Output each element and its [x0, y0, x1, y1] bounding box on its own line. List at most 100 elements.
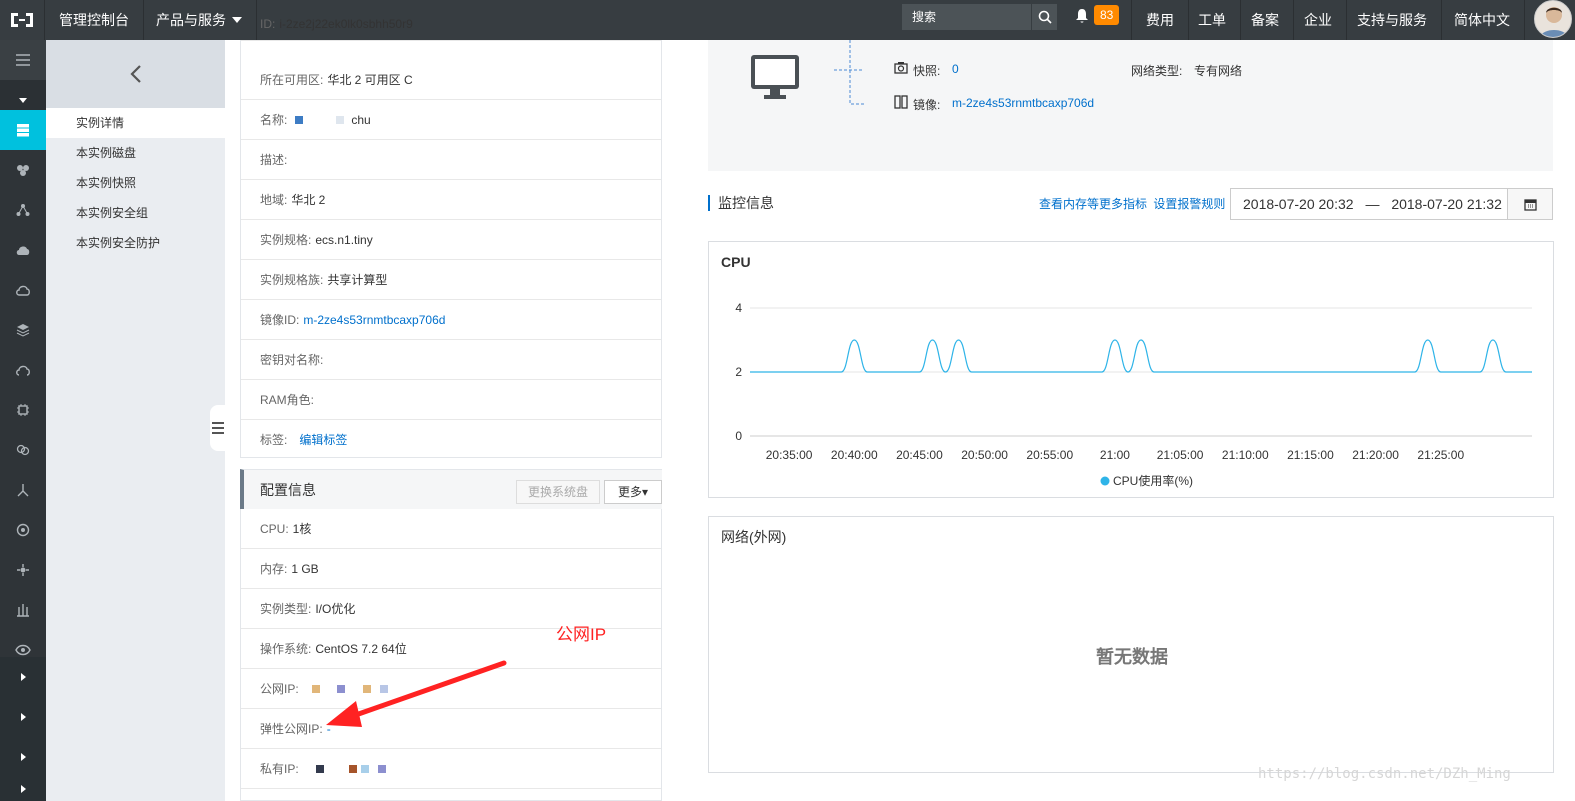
snapshot-count-link[interactable]: 0 — [952, 62, 959, 76]
chip-icon — [17, 404, 29, 416]
search-input[interactable]: 搜索 — [902, 4, 1057, 30]
legend-marker — [1100, 476, 1110, 486]
name-value: chu — [351, 113, 371, 127]
spec-family-value: 共享计算型 — [327, 273, 388, 287]
server-icon — [17, 124, 29, 137]
sidebar-item-5[interactable] — [0, 270, 46, 310]
spec-label: 实例规格: — [260, 233, 312, 247]
subnav-item-disks[interactable]: 本实例磁盘 — [46, 138, 225, 168]
list-collapse-icon — [212, 422, 224, 434]
topbar-link-language[interactable]: 简体中文 — [1440, 0, 1525, 40]
x-tick-label: 20:45:00 — [896, 448, 943, 462]
info-row-id: ID: i-2ze2j22ek0lk0sbhh50r9 — [241, 18, 661, 41]
date-range-separator: — — [1365, 196, 1380, 212]
network-type-value: 专有网络 — [1194, 64, 1243, 78]
date-range-picker[interactable]: 2018-07-20 20:32 — 2018-07-20 21:32 — [1230, 188, 1508, 220]
aliyun-logo-icon[interactable] — [0, 0, 45, 40]
alarm-rules-link[interactable]: 设置报警规则 — [1153, 197, 1225, 211]
topbar-link-support[interactable]: 支持与服务 — [1343, 0, 1442, 40]
sidebar-item-ecs[interactable] — [0, 110, 46, 150]
topbar-link-icp[interactable]: 备案 — [1237, 0, 1294, 40]
sidebar-item-4[interactable] — [0, 230, 46, 270]
info-row-spec: 实例规格: ecs.n1.tiny — [241, 220, 661, 260]
console-home-link[interactable]: 管理控制台 — [45, 0, 144, 40]
x-tick-label: 21:15:00 — [1287, 448, 1334, 462]
subnav-item-snapshots[interactable]: 本实例快照 — [46, 168, 225, 198]
x-tick-label: 20:55:00 — [1026, 448, 1073, 462]
image-link[interactable]: m-2ze4s53rnmtbcaxp706d — [952, 96, 1094, 110]
subnav-item-security-groups[interactable]: 本实例安全组 — [46, 198, 225, 228]
sidebar-item-9[interactable] — [0, 430, 46, 470]
subnav-item-security-protection[interactable]: 本实例安全防护 — [46, 228, 225, 258]
os-value: CentOS 7.2 64位 — [315, 642, 407, 656]
zone-label: 所在可用区: — [260, 73, 324, 87]
redacted-block — [294, 116, 303, 124]
sidebar-item-11[interactable] — [0, 510, 46, 550]
sidebar-item-8[interactable] — [0, 390, 46, 430]
sidebar-item-6[interactable] — [0, 310, 46, 350]
image-icon — [894, 95, 908, 109]
y-tick-label: 4 — [735, 301, 742, 315]
diagram-connector — [834, 40, 864, 105]
watermark-text: https://blog.csdn.net/DZh_Ming — [1258, 766, 1511, 782]
products-services-menu[interactable]: 产品与服务 — [142, 0, 257, 40]
config-row-cpu: CPU: 1核 — [241, 509, 661, 549]
x-tick-label: 21:20:00 — [1352, 448, 1399, 462]
config-row-memory: 内存: 1 GB — [241, 549, 661, 589]
more-actions-button[interactable]: 更多▾ — [604, 480, 662, 504]
info-row-ram-role: RAM角色: — [241, 380, 661, 420]
search-placeholder: 搜索 — [912, 10, 937, 24]
subnav-collapse-handle[interactable] — [210, 405, 226, 451]
x-tick-label: 21:00 — [1100, 448, 1130, 462]
network-chart-title: 网络(外网) — [721, 529, 787, 545]
info-row-tags: 标签: 编辑标签 — [241, 420, 661, 460]
annotation-arrow — [326, 660, 507, 727]
calendar-button[interactable] — [1507, 188, 1553, 220]
legend-label: CPU使用率(%) — [1113, 473, 1193, 488]
sidebar-item-3[interactable] — [0, 190, 46, 230]
sidebar-item-2[interactable] — [0, 150, 46, 190]
zone-value: 华北 2 可用区 C — [327, 73, 413, 87]
topbar-link-enterprise[interactable]: 企业 — [1290, 0, 1347, 40]
caret-down-icon — [19, 97, 27, 103]
config-info-header: 配置信息 更换系统盘 更多▾ — [240, 469, 662, 509]
x-tick-label: 20:40:00 — [831, 448, 878, 462]
redacted-block — [378, 765, 387, 773]
sidebar-expand-2[interactable] — [0, 697, 46, 737]
redacted-block — [336, 116, 345, 124]
sidebar-expand-3[interactable] — [0, 737, 46, 777]
sidebar-item-12[interactable] — [0, 550, 46, 590]
sidebar-expand-4[interactable] — [0, 777, 46, 801]
x-tick-label: 21:10:00 — [1222, 448, 1269, 462]
info-row-name: 名称: chu — [241, 100, 661, 140]
tags-label: 标签: — [260, 433, 288, 447]
top-navigation-bar: 管理控制台 产品与服务 搜索 83 费用 工单 备案 企业 支持与服务 简体中文 — [0, 0, 1575, 40]
sidebar-item-7[interactable] — [0, 350, 46, 390]
image-id-link[interactable]: m-2ze4s53rnmtbcaxp706d — [303, 313, 445, 327]
y-tick-label: 2 — [735, 365, 742, 379]
annotation-label: 公网IP — [556, 625, 607, 644]
replace-system-disk-button[interactable]: 更换系统盘 — [516, 480, 600, 504]
spec-family-label: 实例规格族: — [260, 273, 324, 287]
calendar-icon — [1523, 198, 1537, 211]
notification-count-badge[interactable]: 83 — [1094, 5, 1120, 25]
sidebar-item-13[interactable] — [0, 590, 46, 630]
user-avatar[interactable] — [1534, 0, 1572, 38]
search-button[interactable] — [1031, 4, 1057, 30]
edit-tags-link[interactable]: 编辑标签 — [299, 433, 347, 447]
image-id-label: 镜像ID: — [260, 313, 300, 327]
more-metrics-link[interactable]: 查看内存等更多指标 — [1039, 197, 1147, 211]
topbar-link-billing[interactable]: 费用 — [1131, 0, 1189, 40]
cloud-cluster-icon — [16, 444, 30, 456]
cloud-sync-icon — [16, 365, 30, 376]
chevron-right-icon — [20, 713, 26, 721]
sidebar-expand-1[interactable] — [0, 657, 46, 697]
region-label: 地域: — [260, 193, 288, 207]
topbar-link-tickets[interactable]: 工单 — [1184, 0, 1241, 40]
subnav-item-details[interactable]: 实例详情 — [46, 108, 225, 138]
notification-bell-icon[interactable] — [1075, 8, 1089, 27]
back-button[interactable] — [46, 40, 225, 108]
sidebar-menu-toggle[interactable] — [0, 40, 46, 80]
snapshot-icon — [894, 62, 908, 74]
sidebar-item-10[interactable] — [0, 470, 46, 510]
